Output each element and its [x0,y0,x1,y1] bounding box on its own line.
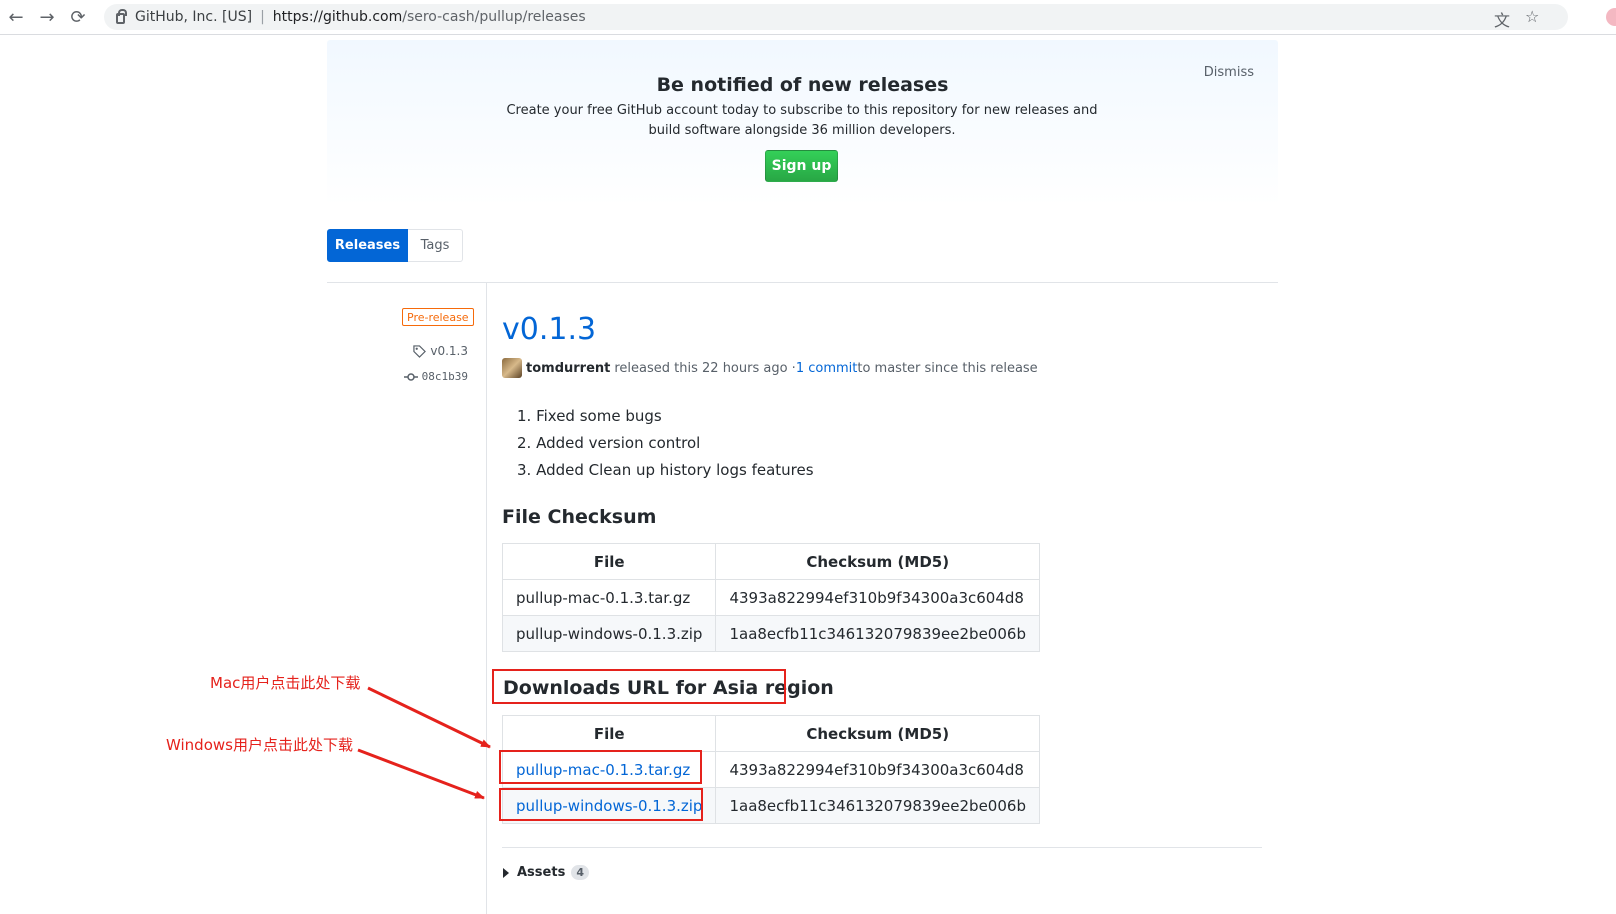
windows-arrow [357,748,485,800]
caret-right-icon [503,867,509,878]
assets-label: Assets [517,865,566,880]
assets-count-badge: 4 [571,865,589,880]
assets-toggle[interactable]: Assets 4 [503,865,589,880]
divider [502,847,1262,848]
mac-arrow [367,686,491,749]
annotation-arrows [357,686,491,800]
